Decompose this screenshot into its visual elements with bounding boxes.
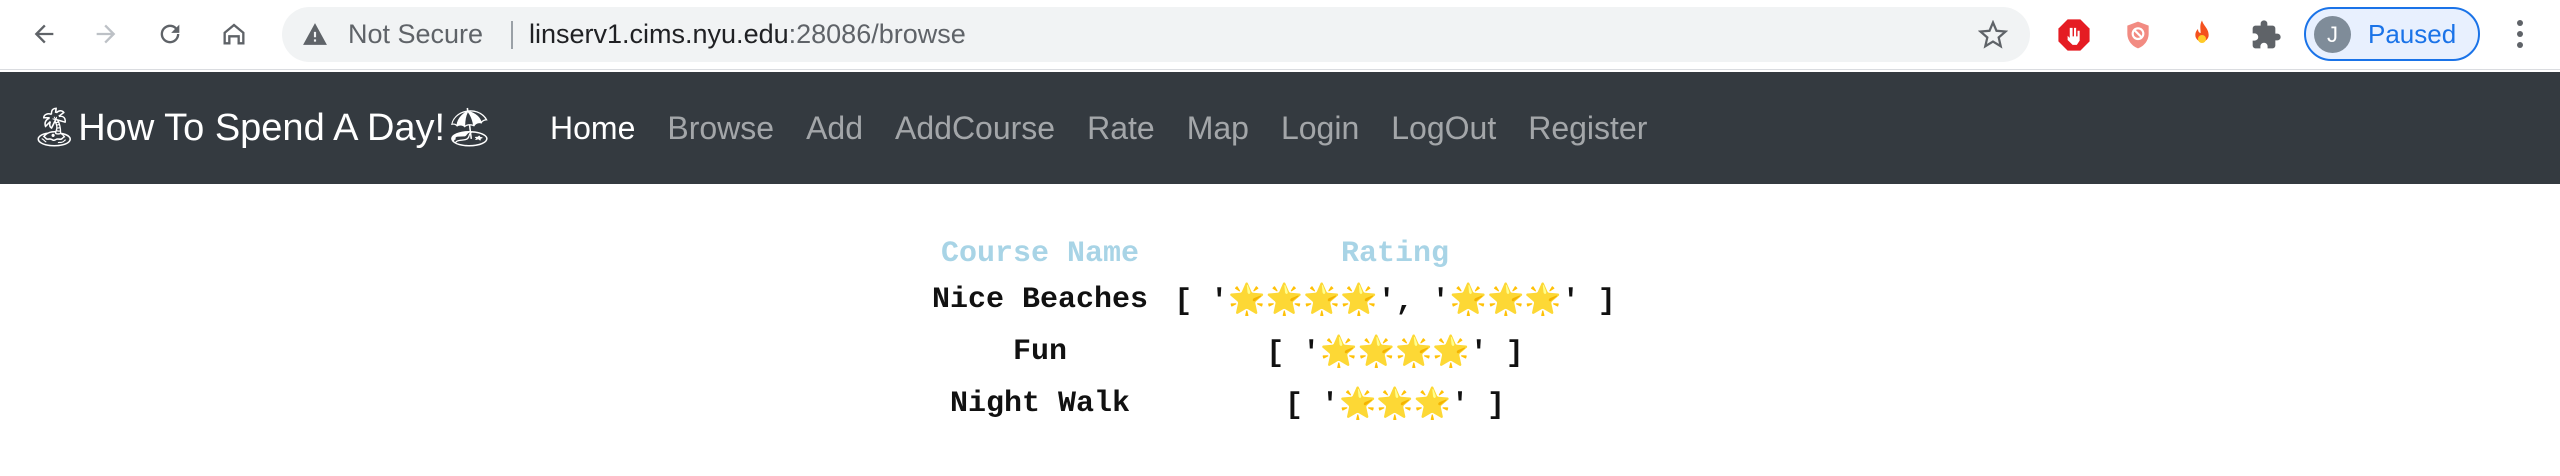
arrow-left-icon	[34, 24, 54, 44]
profile-button[interactable]: J Paused	[2304, 7, 2480, 61]
reload-icon	[160, 24, 180, 44]
browser-toolbar: Not Secure linserv1.cims.nyu.edu:28086/b…	[0, 0, 2560, 70]
nav-link-add[interactable]: Add	[790, 72, 879, 184]
home-icon	[223, 23, 245, 45]
table-row: Night Walk [ '🌟🌟🌟' ]	[920, 378, 1630, 430]
forward-button[interactable]	[86, 14, 126, 54]
nav-link-map[interactable]: Map	[1171, 72, 1265, 184]
site-brand-link[interactable]: 🏝How To Spend A Day!🏖	[30, 72, 493, 184]
profile-status-label: Paused	[2368, 19, 2457, 49]
back-button[interactable]	[24, 14, 64, 54]
url-text[interactable]: linserv1.cims.nyu.edu:28086/browse	[529, 7, 966, 62]
warning-icon[interactable]	[302, 22, 328, 46]
nav-link-rate[interactable]: Rate	[1071, 72, 1171, 184]
bookmark-star-icon[interactable]	[1978, 20, 2008, 50]
nav-link-addcourse[interactable]: AddCourse	[879, 72, 1071, 184]
nav-links: Home Browse Add AddCourse Rate Map Login…	[534, 72, 1663, 184]
nav-link-login[interactable]: Login	[1265, 72, 1375, 184]
page-content: Course Name Rating Nice Beaches [ '🌟🌟🌟🌟'…	[0, 184, 2560, 476]
courses-table: Course Name Rating Nice Beaches [ '🌟🌟🌟🌟'…	[920, 234, 1630, 430]
arrow-right-icon	[96, 24, 116, 44]
url-path: :28086/browse	[788, 19, 966, 49]
nav-link-register[interactable]: Register	[1512, 72, 1663, 184]
table-row: Nice Beaches [ '🌟🌟🌟🌟', '🌟🌟🌟' ]	[920, 274, 1630, 326]
avatar: J	[2314, 16, 2351, 53]
address-bar[interactable]: Not Secure linserv1.cims.nyu.edu:28086/b…	[282, 7, 2030, 62]
course-rating-cell: [ '🌟🌟🌟🌟' ]	[1266, 336, 1524, 371]
omnibox-divider	[511, 21, 513, 49]
course-rating-cell: [ '🌟🌟🌟' ]	[1284, 388, 1506, 423]
course-name-cell: Fun	[1012, 335, 1067, 369]
column-header-rating: Rating	[1340, 237, 1450, 271]
nav-link-home[interactable]: Home	[534, 72, 651, 184]
column-header-course-name: Course Name	[940, 237, 1140, 271]
home-button[interactable]	[214, 14, 254, 54]
not-secure-label[interactable]: Not Secure	[348, 7, 483, 62]
fire-extension-icon[interactable]	[2184, 17, 2220, 53]
course-name-cell: Night Walk	[949, 387, 1131, 421]
adblock-extension-icon[interactable]	[2056, 17, 2092, 53]
table-row: Fun [ '🌟🌟🌟🌟' ]	[920, 326, 1630, 378]
browser-menu-icon[interactable]	[2500, 14, 2540, 54]
site-navbar: 🏝How To Spend A Day!🏖 Home Browse Add Ad…	[0, 72, 2560, 184]
url-host: linserv1.cims.nyu.edu	[529, 19, 789, 49]
course-rating-cell: [ '🌟🌟🌟🌟', '🌟🌟🌟' ]	[1174, 284, 1616, 319]
table-header-row: Course Name Rating	[920, 234, 1630, 274]
reload-button[interactable]	[150, 14, 190, 54]
extensions-puzzle-icon[interactable]	[2248, 17, 2284, 53]
privacy-extension-icon[interactable]	[2120, 17, 2156, 53]
course-name-cell: Nice Beaches	[931, 283, 1149, 317]
nav-link-logout[interactable]: LogOut	[1375, 72, 1512, 184]
nav-link-browse[interactable]: Browse	[651, 72, 790, 184]
